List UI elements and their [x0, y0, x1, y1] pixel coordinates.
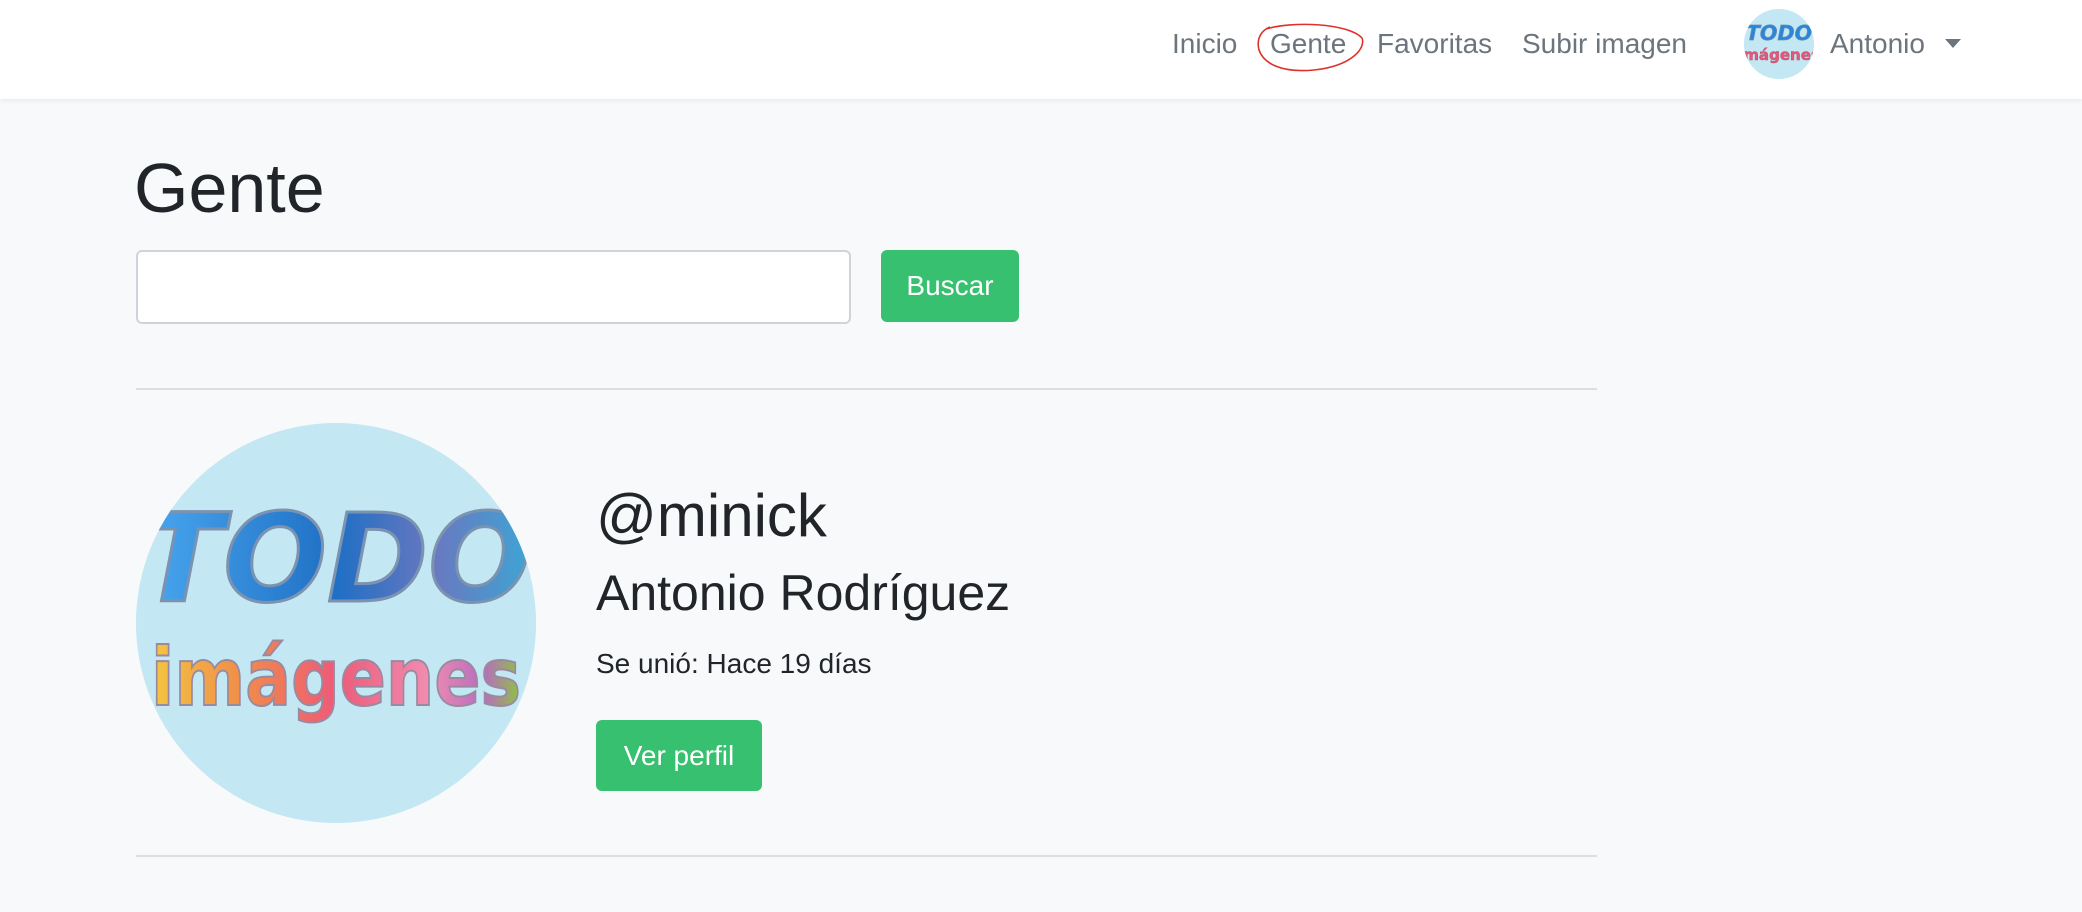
user-menu-toggle[interactable]: Antonio: [1830, 24, 1925, 64]
divider: [136, 855, 1597, 857]
divider: [136, 388, 1597, 390]
page-title: Gente: [134, 149, 325, 227]
logo-bottom-text: imágenes: [151, 631, 521, 724]
caret-down-icon[interactable]: [1945, 39, 1961, 48]
nav-link-inicio[interactable]: Inicio: [1172, 24, 1237, 64]
person-username: @minick: [596, 482, 827, 549]
svg-text:TODO: TODO: [1746, 21, 1812, 45]
todo-imagenes-logo-icon: TODO imágenes: [1744, 9, 1814, 79]
top-navbar: Inicio Gente Favoritas Subir imagen TODO…: [0, 0, 2082, 99]
joined-label: Se unió:: [596, 648, 707, 679]
person-full-name: Antonio Rodríguez: [596, 565, 1011, 621]
todo-imagenes-logo-icon: TODO imágenes: [136, 423, 536, 823]
view-profile-button[interactable]: Ver perfil: [596, 720, 762, 791]
svg-text:imágenes: imágenes: [1744, 46, 1814, 64]
nav-link-subir-imagen[interactable]: Subir imagen: [1522, 24, 1687, 64]
nav-link-gente[interactable]: Gente: [1270, 24, 1346, 64]
person-avatar: TODO imágenes: [136, 423, 536, 823]
joined-value: Hace 19 días: [706, 648, 872, 679]
nav-link-favoritas[interactable]: Favoritas: [1377, 24, 1492, 64]
search-input[interactable]: [136, 250, 851, 324]
person-joined-date: Se unió: Hace 19 días: [596, 646, 872, 682]
user-avatar[interactable]: TODO imágenes: [1744, 9, 1814, 79]
logo-top-text: TODO: [140, 488, 532, 630]
search-button[interactable]: Buscar: [881, 250, 1019, 322]
